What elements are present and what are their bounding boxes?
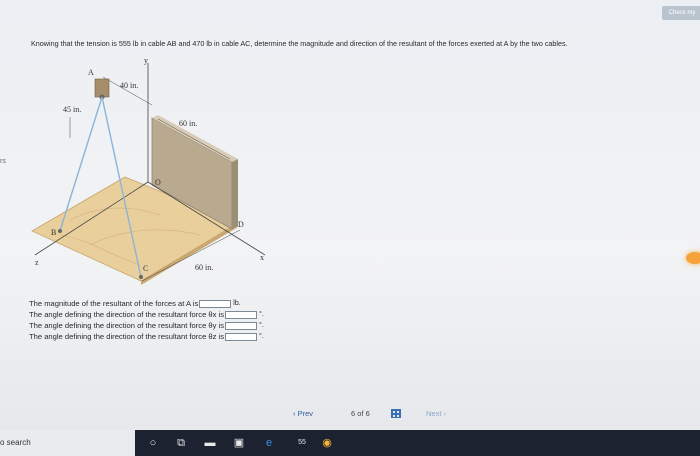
check-my-work-button[interactable]: Check my [662, 6, 700, 20]
page-counter: 6 of 6 [351, 409, 370, 418]
chrome-icon[interactable]: ◉ [320, 436, 334, 450]
answer-section: The magnitude of the resultant of the fo… [29, 298, 264, 342]
point-b-label: B [51, 228, 56, 237]
dim-60in-top-label: 60 in. [179, 119, 197, 128]
point-d-label: D [238, 220, 244, 229]
theta-y-input[interactable] [225, 321, 258, 330]
app-badge-icon[interactable]: 55 [291, 436, 313, 450]
point-o-label: O [155, 178, 161, 187]
dim-60in-bottom-label: 60 in. [195, 263, 213, 272]
windows-taskbar: o search ○ ⧉ ▬ ▣ e 55 ◉ [0, 430, 700, 456]
edge-icon[interactable]: e [262, 436, 276, 450]
answer-label: The angle defining the direction of the … [29, 332, 225, 341]
axis-z-label: z [35, 258, 39, 267]
answer-label: The angle defining the direction of the … [29, 310, 225, 319]
theta-x-input[interactable] [225, 310, 258, 319]
side-marker: rs [0, 158, 6, 165]
axis-x-label: x [260, 253, 264, 262]
answer-row-theta-y: The angle defining the direction of the … [29, 320, 264, 331]
question-text: Knowing that the tension is 555 lb in ca… [31, 39, 568, 48]
cortana-icon[interactable]: ○ [146, 436, 160, 450]
answer-row-theta-z: The angle defining the direction of the … [29, 331, 264, 342]
next-button[interactable]: Next › [426, 409, 446, 418]
file-explorer-icon[interactable]: ▬ [203, 436, 217, 450]
answer-row-magnitude: The magnitude of the resultant of the fo… [29, 298, 264, 309]
dim-40in-label: 40 in. [120, 81, 138, 90]
task-view-icon[interactable]: ⧉ [174, 436, 188, 450]
answer-unit: °. [259, 311, 264, 318]
point-a-label: A [88, 68, 94, 77]
dim-45in-label: 45 in. [63, 105, 81, 114]
theta-z-input[interactable] [225, 332, 258, 341]
answer-unit: °. [259, 333, 264, 340]
magnitude-input[interactable] [199, 299, 232, 308]
anchor-block-a [94, 78, 110, 98]
store-icon[interactable]: ▣ [232, 436, 246, 450]
answer-label: The angle defining the direction of the … [29, 321, 225, 330]
prev-button[interactable]: ‹ Prev [293, 409, 313, 418]
axis-y-label: y [144, 56, 148, 65]
answer-row-theta-x: The angle defining the direction of the … [29, 309, 264, 320]
statics-figure: y A 40 in. 45 in. 60 in. O D B C 60 in. … [31, 56, 266, 285]
point-c-label: C [143, 264, 148, 273]
answer-unit: lb. [233, 300, 241, 307]
browser-page: Check my Knowing that the tension is 555… [0, 0, 700, 430]
answer-unit: °. [259, 322, 264, 329]
taskbar-search[interactable]: o search [0, 430, 135, 456]
grid-icon[interactable] [391, 409, 401, 418]
orange-indicator [686, 252, 700, 264]
answer-label: The magnitude of the resultant of the fo… [29, 299, 199, 308]
